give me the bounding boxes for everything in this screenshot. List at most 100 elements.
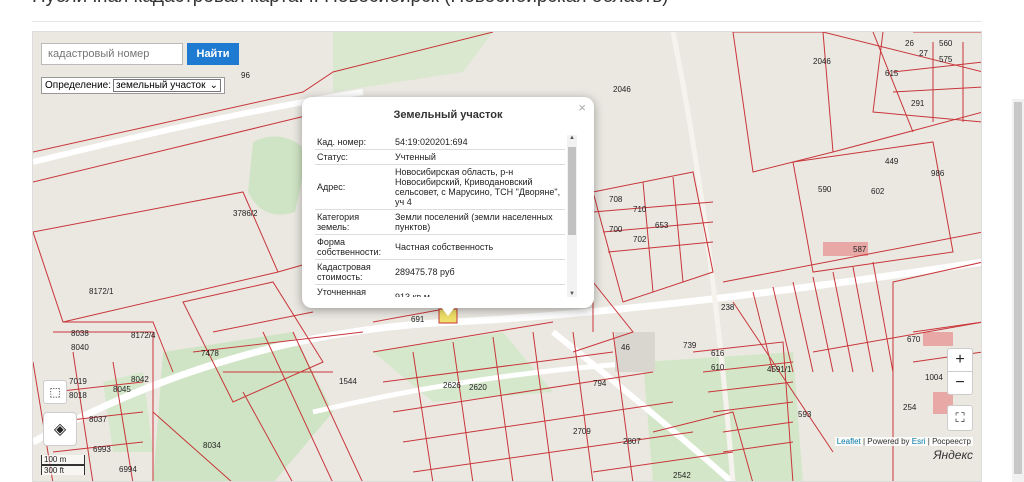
page-scrollbar-thumb[interactable] — [1014, 102, 1022, 474]
layers-button[interactable]: ◈ — [43, 412, 77, 446]
attr-key: Статус: — [315, 149, 393, 165]
map-label: 691 — [411, 315, 425, 324]
map-label: 2626 — [443, 381, 461, 390]
attr-value: Новосибирская область, р-н Новосибирский… — [393, 164, 565, 210]
map-label: 291 — [911, 99, 925, 108]
table-row: Форма собственности: Частная собственност… — [315, 234, 565, 260]
zoom-in-button[interactable]: + — [947, 348, 973, 372]
attr-key: Кад. номер: — [315, 135, 393, 150]
attr-value: 54:19:020201:694 — [393, 135, 565, 150]
attr-value: 913 кв.м — [393, 284, 565, 297]
scale-metric: 100 m — [41, 455, 85, 465]
map-label: 710 — [633, 205, 647, 214]
map-label: 702 — [633, 235, 647, 244]
map-label: 7478 — [201, 349, 219, 358]
map-label: 8045 — [113, 385, 131, 394]
map-label: 590 — [818, 185, 832, 194]
esri-link[interactable]: Esri — [912, 437, 926, 446]
attr-value: Учтенный — [393, 149, 565, 165]
map-label: 8018 — [69, 391, 87, 400]
map-label: 238 — [721, 303, 735, 312]
map-label: 8172/1 — [89, 287, 114, 296]
attribution: Leaflet | Powered by Esri | Росреестр — [834, 437, 973, 446]
page-title: Публичная кадастровая карта: г. Новосиби… — [32, 0, 668, 8]
table-row: Уточненная площадь:913 кв.м — [315, 284, 565, 297]
fullscreen-icon: ⛶ — [955, 410, 965, 425]
map-label: 26 — [905, 39, 914, 48]
table-row: Кад. номер: 54:19:020201:694 — [315, 135, 565, 150]
map-label: 708 — [609, 195, 623, 204]
map-label: 670 — [907, 335, 921, 344]
map-label: 96 — [241, 71, 250, 80]
map-label: 2046 — [613, 85, 631, 94]
attr-value: Частная собственность — [393, 234, 565, 260]
popup-title: Земельный участок — [393, 109, 503, 121]
title-divider — [32, 21, 982, 22]
map-label: 2620 — [469, 383, 487, 392]
popup-tip — [441, 307, 455, 316]
attribution-sep: | Powered by — [863, 437, 910, 446]
leaflet-link[interactable]: Leaflet — [837, 437, 861, 446]
map-label: 739 — [683, 341, 697, 350]
map-label: 616 — [711, 349, 725, 358]
select-area-button[interactable]: ⬚ — [43, 380, 67, 404]
popup-content[interactable]: Кад. номер: 54:19:020201:694 Статус: Учтен… — [315, 135, 577, 297]
map-label: 794 — [593, 379, 607, 388]
map-label: 8172/4 — [131, 331, 156, 340]
definition-label: Определение: — [45, 80, 112, 91]
fullscreen-button[interactable]: ⛶ — [947, 405, 973, 431]
search-button[interactable]: Найти — [187, 43, 239, 65]
map-label: 3786/2 — [233, 209, 258, 218]
map-label: 8037 — [89, 415, 107, 424]
map-scale: 100 m 300 ft — [41, 455, 85, 475]
map-label: 587 — [853, 245, 867, 254]
map-label: 6993 — [93, 445, 111, 454]
map-label: 700 — [609, 225, 623, 234]
attr-value: Земли поселений (земли населенных пункто… — [393, 209, 565, 235]
popup-scrollbar[interactable]: ▲ ▼ — [567, 135, 577, 297]
map-label: 8038 — [71, 329, 89, 338]
map-label: 6994 — [119, 465, 137, 474]
map-label: 27 — [919, 49, 928, 58]
map-label: 7019 — [69, 377, 87, 386]
attribution-rosreestr: | Росреестр — [927, 437, 971, 446]
select-area-icon: ⬚ — [49, 385, 61, 399]
definition-select[interactable]: земельный участок ⌄ — [113, 79, 222, 92]
map-label: 610 — [711, 363, 725, 372]
map-label: 1544 — [339, 377, 357, 386]
map-label: 8042 — [131, 375, 149, 384]
map-label: 1004 — [925, 373, 943, 382]
scrollbar-thumb[interactable] — [568, 147, 576, 235]
parcel-info-popup: × Земельный участок Кад. номер: 54:19:020… — [302, 97, 594, 308]
map-label: 8034 — [203, 441, 221, 450]
scroll-up-icon[interactable]: ▲ — [567, 135, 577, 141]
table-row: Статус: Учтенный — [315, 149, 565, 165]
attr-key: Категория земель: — [315, 209, 393, 235]
map-label: 2542 — [673, 471, 691, 480]
zoom-out-button[interactable]: − — [947, 371, 973, 395]
map-label: 2807 — [623, 437, 641, 446]
map-label: 575 — [939, 55, 953, 64]
map-label: 4591/1 — [767, 365, 792, 374]
minus-icon: − — [955, 374, 965, 391]
map-label: 449 — [885, 157, 899, 166]
scale-imperial: 300 ft — [41, 465, 85, 475]
definition-selector: Определение: земельный участок ⌄ — [41, 77, 226, 94]
attr-key: Адрес: — [315, 164, 393, 210]
cadastral-map[interactable]: 2046 590 986 449 602 587 3786/2 8172/1 8… — [32, 31, 982, 482]
table-row: Адрес: Новосибирская область, р-н Новосиб… — [315, 164, 565, 210]
map-label: 986 — [931, 169, 945, 178]
attr-value: 289475.78 руб — [393, 259, 565, 285]
attr-key: Кадастровая стоимость: — [315, 259, 393, 285]
map-label: 653 — [655, 221, 669, 230]
scroll-down-icon[interactable]: ▼ — [567, 291, 577, 297]
cadastral-search-input[interactable] — [41, 43, 183, 65]
map-label: 254 — [903, 403, 917, 412]
search-bar: Найти — [41, 43, 239, 65]
parcel-attributes-table: Кад. номер: 54:19:020201:694 Статус: Учтен… — [315, 135, 565, 297]
chevron-down-icon: ⌄ — [209, 80, 219, 91]
provider-logo: Яндекс — [933, 448, 973, 462]
page-scrollbar[interactable] — [1012, 99, 1024, 482]
map-label: 560 — [939, 39, 953, 48]
map-label: 8040 — [71, 343, 89, 352]
